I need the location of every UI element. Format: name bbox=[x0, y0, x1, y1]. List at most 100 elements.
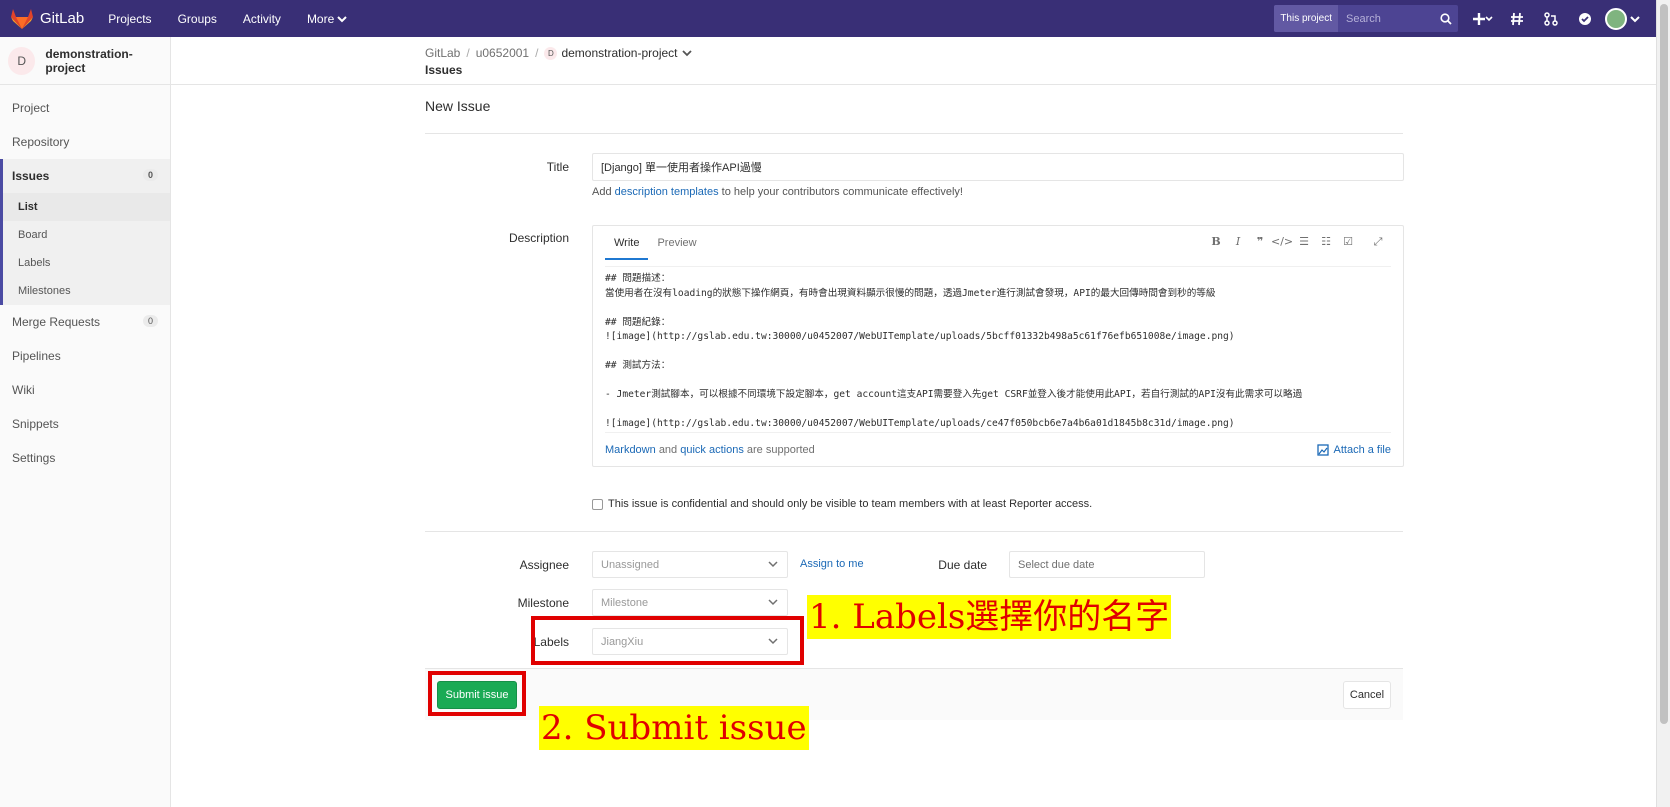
title-input[interactable]: [Django] 單一使用者操作API過慢 bbox=[592, 153, 1404, 181]
nav-more-label: More bbox=[306, 11, 335, 26]
breadcrumb-gitlab[interactable]: GitLab bbox=[425, 46, 460, 60]
milestone-value: Milestone bbox=[601, 596, 649, 609]
code-icon[interactable]: </> bbox=[1271, 235, 1293, 249]
divider bbox=[425, 133, 1403, 134]
breadcrumb-separator: / bbox=[535, 46, 539, 60]
help-suffix: to help your contributors communicate ef… bbox=[721, 186, 963, 198]
new-dropdown[interactable] bbox=[1466, 0, 1500, 37]
tab-preview[interactable]: Preview bbox=[648, 226, 705, 260]
scrollbar-thumb[interactable] bbox=[1660, 4, 1668, 724]
attach-label: Attach a file bbox=[1333, 443, 1391, 456]
nav-activity[interactable]: Activity bbox=[243, 12, 281, 26]
title-label: Title bbox=[546, 160, 569, 174]
hash-icon[interactable] bbox=[1500, 0, 1534, 37]
chevron-down-icon bbox=[1629, 15, 1640, 22]
markdown-link[interactable]: Markdown bbox=[605, 444, 656, 456]
quick-actions-link[interactable]: quick actions bbox=[680, 444, 744, 456]
project-avatar: D bbox=[8, 46, 36, 75]
footer-supported: are supported bbox=[746, 443, 815, 456]
search-input[interactable]: Search bbox=[1338, 13, 1434, 25]
sidebar-item-merge-requests[interactable]: Merge Requests 0 bbox=[0, 305, 170, 339]
sidebar-item-issues[interactable]: Issues 0 bbox=[3, 159, 170, 193]
title-help: Add description templates to help your c… bbox=[592, 186, 963, 198]
todo-check-icon[interactable] bbox=[1568, 0, 1602, 37]
image-icon bbox=[1316, 443, 1329, 456]
confidential-checkbox[interactable] bbox=[592, 498, 603, 510]
chevron-down-icon[interactable] bbox=[681, 49, 692, 57]
task-list-icon[interactable]: ☑ bbox=[1337, 235, 1359, 249]
page-scrollbar[interactable] bbox=[1656, 0, 1670, 807]
breadcrumb-project-avatar: D bbox=[544, 46, 558, 60]
sidebar-item-pipelines[interactable]: Pipelines bbox=[0, 339, 170, 373]
search-icon bbox=[1440, 12, 1452, 25]
mr-count-badge: 0 bbox=[142, 315, 158, 327]
assignee-label: Assignee bbox=[519, 558, 569, 572]
sidebar: D demonstration-project Project Reposito… bbox=[0, 37, 171, 807]
due-date-input[interactable]: Select due date bbox=[1009, 551, 1205, 578]
sidebar-group-issues: Issues 0 List Board Labels Milestones bbox=[0, 159, 170, 305]
breadcrumb: GitLab / u0652001 / D demonstration-proj… bbox=[171, 37, 1656, 85]
sidebar-item-project[interactable]: Project bbox=[0, 91, 170, 125]
breadcrumb-project[interactable]: demonstration-project bbox=[561, 46, 677, 60]
fullscreen-icon[interactable]: ⤢ bbox=[1367, 235, 1389, 249]
sidebar-item-repository[interactable]: Repository bbox=[0, 125, 170, 159]
search-scope-badge[interactable]: This project bbox=[1274, 5, 1338, 32]
description-label: Description bbox=[508, 231, 569, 245]
nav-projects[interactable]: Projects bbox=[108, 12, 151, 26]
confidential-label: This issue is confidential and should on… bbox=[608, 498, 1093, 510]
due-date-label: Due date bbox=[938, 558, 987, 572]
annotation-highlight-submit bbox=[428, 671, 526, 716]
assignee-select[interactable]: Unassigned bbox=[592, 551, 788, 578]
sidebar-project-header[interactable]: D demonstration-project bbox=[0, 37, 170, 85]
gitlab-logo[interactable]: GitLab bbox=[10, 8, 84, 30]
milestone-select[interactable]: Milestone bbox=[592, 589, 788, 616]
description-editor: Write Preview B I ❞ </> ☰ ☷ ☑ ⤢ ## 問題描述：… bbox=[592, 225, 1404, 467]
brand-name: GitLab bbox=[40, 10, 85, 27]
quote-icon[interactable]: ❞ bbox=[1249, 235, 1271, 249]
numbered-list-icon[interactable]: ☷ bbox=[1315, 235, 1337, 249]
sidebar-sub-labels[interactable]: Labels bbox=[3, 249, 170, 277]
page-title: Issues bbox=[425, 63, 463, 77]
annotation-step2: 2. Submit issue bbox=[539, 706, 809, 750]
top-navbar: GitLab Projects Groups Activity More Thi… bbox=[0, 0, 1656, 37]
divider bbox=[425, 531, 1403, 532]
annotation-highlight-labels bbox=[531, 616, 804, 665]
assignee-value: Unassigned bbox=[601, 558, 660, 571]
chevron-down-icon bbox=[768, 599, 778, 606]
nav-more[interactable]: More bbox=[307, 12, 347, 26]
avatar bbox=[1604, 7, 1627, 30]
attach-file-button[interactable]: Attach a file bbox=[1316, 443, 1391, 456]
description-templates-link[interactable]: description templates bbox=[615, 186, 719, 198]
plus-icon bbox=[1473, 12, 1493, 25]
footer-and: and bbox=[658, 443, 678, 456]
sidebar-item-settings[interactable]: Settings bbox=[0, 441, 170, 475]
tab-write[interactable]: Write bbox=[605, 226, 649, 260]
annotation-step1: 1. Labels選擇你的名字 bbox=[807, 595, 1172, 639]
breadcrumb-separator: / bbox=[466, 46, 470, 60]
sidebar-item-label: Merge Requests bbox=[12, 315, 101, 329]
sidebar-sub-list[interactable]: List bbox=[3, 193, 170, 221]
sidebar-sub-board[interactable]: Board bbox=[3, 221, 170, 249]
merge-request-icon[interactable] bbox=[1534, 0, 1568, 37]
sidebar-sub-milestones[interactable]: Milestones bbox=[3, 277, 170, 305]
search-box[interactable]: This project Search bbox=[1274, 5, 1458, 32]
form-heading: New Issue bbox=[425, 98, 491, 114]
help-prefix: Add bbox=[592, 186, 612, 198]
confidential-option[interactable]: This issue is confidential and should on… bbox=[592, 498, 1092, 510]
cancel-button[interactable]: Cancel bbox=[1343, 681, 1391, 709]
chevron-down-icon bbox=[768, 561, 778, 568]
nav-groups[interactable]: Groups bbox=[178, 12, 217, 26]
description-textarea[interactable]: ## 問題描述： 當使用者在沒有loading的狀態下操作網頁，有時會出現資料顯… bbox=[605, 266, 1391, 436]
milestone-label: Milestone bbox=[517, 596, 569, 610]
sidebar-item-snippets[interactable]: Snippets bbox=[0, 407, 170, 441]
issues-count-badge: 0 bbox=[142, 169, 158, 181]
sidebar-item-wiki[interactable]: Wiki bbox=[0, 373, 170, 407]
italic-icon[interactable]: I bbox=[1227, 235, 1249, 249]
breadcrumb-user[interactable]: u0652001 bbox=[476, 46, 529, 60]
chevron-down-icon bbox=[337, 15, 347, 22]
editor-footer: Markdown and quick actions are supported… bbox=[605, 432, 1391, 466]
project-name: demonstration-project bbox=[45, 46, 133, 75]
bold-icon[interactable]: B bbox=[1205, 235, 1227, 249]
user-menu[interactable] bbox=[1602, 0, 1642, 37]
bullet-list-icon[interactable]: ☰ bbox=[1293, 235, 1315, 249]
